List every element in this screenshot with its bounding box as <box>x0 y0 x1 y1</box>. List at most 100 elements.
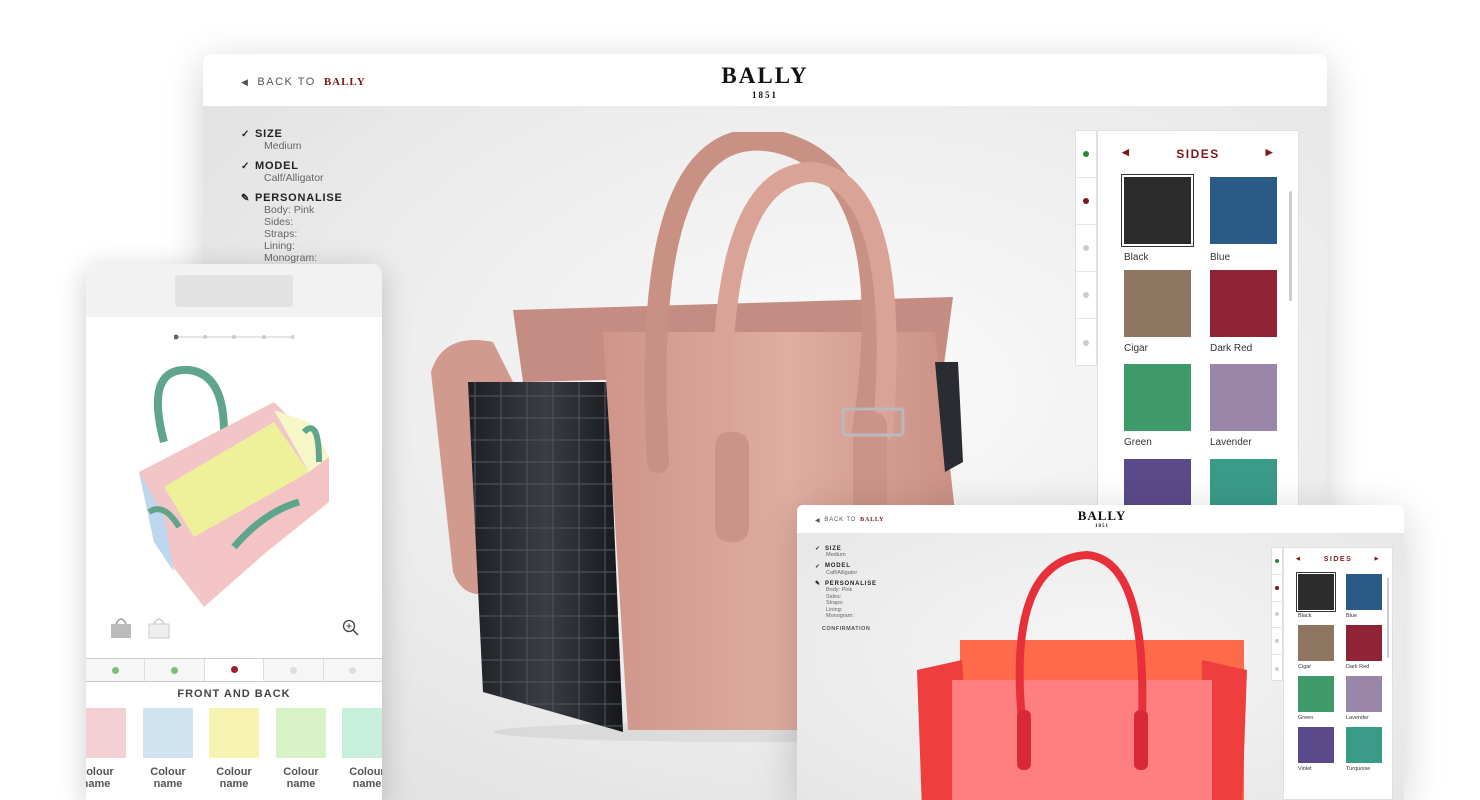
steps-summary: ✓ SIZE Medium ✓ MODEL Calf/Alligator ✎ PERS… <box>241 128 343 272</box>
step-model[interactable]: ✓ MODEL Calf/Alligator <box>241 160 343 184</box>
swatch-green[interactable]: Green <box>1298 676 1334 721</box>
next-arrow-icon[interactable]: ▶ <box>1375 556 1380 562</box>
tab-monogram[interactable] <box>1076 319 1096 366</box>
swatch-chip <box>1124 364 1191 431</box>
tab-dot <box>1083 292 1089 298</box>
mobile-tab-1[interactable] <box>86 659 146 681</box>
bag-thumbnail-icon <box>148 618 170 639</box>
scrollbar[interactable] <box>1289 191 1292 301</box>
mobile-tab-5[interactable] <box>323 659 382 681</box>
tab-dot <box>1275 639 1279 644</box>
swatch-chip <box>1210 364 1277 431</box>
swatch-dark-red[interactable]: Dark Red <box>1210 270 1277 354</box>
tab-sides[interactable] <box>1272 575 1282 602</box>
step-title: SIZE <box>825 545 842 552</box>
swatch-blue[interactable]: Blue <box>1210 177 1277 263</box>
back-arrow-icon: ◀ <box>241 76 250 87</box>
swatch-chip <box>1210 177 1277 244</box>
pager-dots <box>174 334 294 340</box>
swatch-black[interactable]: Black <box>1296 572 1336 619</box>
scrollbar[interactable] <box>1387 578 1389 658</box>
swatch-violet[interactable] <box>1124 459 1191 509</box>
tab-lining[interactable] <box>1076 272 1096 319</box>
swatch-green[interactable]: Green <box>1124 364 1191 448</box>
back-target: BALLY <box>860 517 885 523</box>
swatch-blue[interactable]: Blue <box>1346 574 1382 619</box>
swatch-black[interactable]: Black <box>1121 174 1194 263</box>
back-to-bally-link[interactable]: ◀ BACK TO BALLY <box>815 517 884 524</box>
mobile-section-title: FRONT AND BACK <box>177 688 291 700</box>
swatch-lavender[interactable]: Lavender <box>1210 364 1277 448</box>
back-to-bally-link[interactable]: ◀ BACK TO BALLY <box>241 76 366 88</box>
swatch-chip <box>1346 727 1382 763</box>
next-arrow-icon[interactable]: ▶ <box>1266 147 1274 158</box>
pencil-icon: ✎ <box>815 581 821 587</box>
swatch-turquoise[interactable] <box>1210 459 1277 509</box>
swatch-chip <box>1298 625 1334 661</box>
swatch-turquoise[interactable]: Turquoise <box>1346 727 1382 772</box>
bag-diagram-illustration <box>139 365 329 607</box>
option-tabs <box>1075 130 1097 366</box>
tab-straps[interactable] <box>1272 602 1282 629</box>
colour-chip[interactable]: Colour name <box>276 708 326 790</box>
prev-arrow-icon[interactable]: ◀ <box>1296 556 1301 562</box>
colour-chip[interactable]: Colour name <box>86 708 126 790</box>
tab-body[interactable] <box>1272 548 1282 575</box>
check-icon: ✓ <box>815 563 821 570</box>
step-size[interactable]: ✓ SIZE Medium <box>241 128 343 152</box>
swatch-cigar[interactable]: Cigar <box>1298 625 1334 670</box>
step-value: Monogram: <box>826 613 854 619</box>
logo-name: BALLY <box>1077 508 1127 523</box>
swatch-cigar[interactable]: Cigar <box>1124 270 1191 354</box>
swatch-lavender[interactable]: Lavender <box>1346 676 1382 721</box>
colour-chip[interactable]: Colour name <box>209 708 259 790</box>
mobile-tab-2[interactable] <box>145 659 205 681</box>
colour-chip[interactable]: Colour name <box>143 708 193 790</box>
view-thumbnail-side[interactable] <box>146 614 172 640</box>
swatch-violet[interactable]: Violet <box>1298 727 1334 772</box>
swatch-label: Green <box>1298 715 1314 721</box>
tab-dot <box>1083 198 1089 204</box>
zoom-icon[interactable] <box>342 619 360 637</box>
tab-monogram[interactable] <box>1272 655 1282 682</box>
tab-dot <box>289 666 297 674</box>
step-personalise[interactable]: ✎ PERSONALISE Body: Pink Sides: Straps: L… <box>241 192 343 264</box>
panel-title: ◀ SIDES ▶ <box>1098 147 1298 161</box>
mobile-tab-3[interactable] <box>204 659 265 681</box>
back-prefix: BACK TO <box>257 76 316 88</box>
chip-swatch <box>209 708 259 758</box>
step-value: Straps: <box>264 228 298 240</box>
swatch-chip <box>1346 676 1382 712</box>
tab-lining[interactable] <box>1272 628 1282 656</box>
panel-title-text: SIDES <box>1323 556 1353 563</box>
tab-sides[interactable] <box>1076 178 1096 225</box>
step-confirmation[interactable]: CONFIRMATION <box>822 626 877 632</box>
tab-dot <box>230 666 238 673</box>
tab-straps[interactable] <box>1076 225 1096 272</box>
sides-swatch-panel: ◀ SIDES ▶ Black Blue Cigar Dark Red Gree… <box>1097 130 1299 510</box>
step-size[interactable]: ✓ SIZE Medium <box>815 545 877 559</box>
step-value: Medium <box>826 552 846 558</box>
step-value: Medium <box>264 140 302 152</box>
prev-arrow-icon[interactable]: ◀ <box>1122 147 1130 158</box>
step-personalise[interactable]: ✎ PERSONALISE Body: Pink Sides: Straps: L… <box>815 580 877 620</box>
steps-summary: ✓ SIZE Medium ✓ MODEL Calf/Alligator ✎ PERS… <box>815 545 877 632</box>
tab-dot <box>111 666 119 674</box>
swatch-chip <box>1210 270 1277 337</box>
swatch-label: Lavender <box>1210 437 1252 448</box>
step-model[interactable]: ✓ MODEL Calf/Alligator <box>815 563 877 577</box>
swatch-chip <box>1124 270 1191 337</box>
tab-dot <box>1083 339 1089 346</box>
swatch-dark-red[interactable]: Dark Red <box>1346 625 1382 670</box>
mobile-tab-4[interactable] <box>264 659 324 681</box>
swatch-label: Cigar <box>1124 343 1148 354</box>
panel-title: ◀ SIDES ▶ <box>1284 556 1392 563</box>
view-thumbnail-front[interactable] <box>108 614 134 640</box>
bally-logo[interactable]: BALLY 1851 <box>715 64 815 100</box>
step-title: PERSONALISE <box>255 192 343 204</box>
back-arrow-icon: ◀ <box>815 518 821 524</box>
chip-label: Colour name <box>150 766 186 790</box>
colour-chip[interactable]: Colour name <box>342 708 382 790</box>
bally-logo[interactable]: BALLY 1851 <box>1067 509 1137 529</box>
tab-body[interactable] <box>1076 131 1096 178</box>
